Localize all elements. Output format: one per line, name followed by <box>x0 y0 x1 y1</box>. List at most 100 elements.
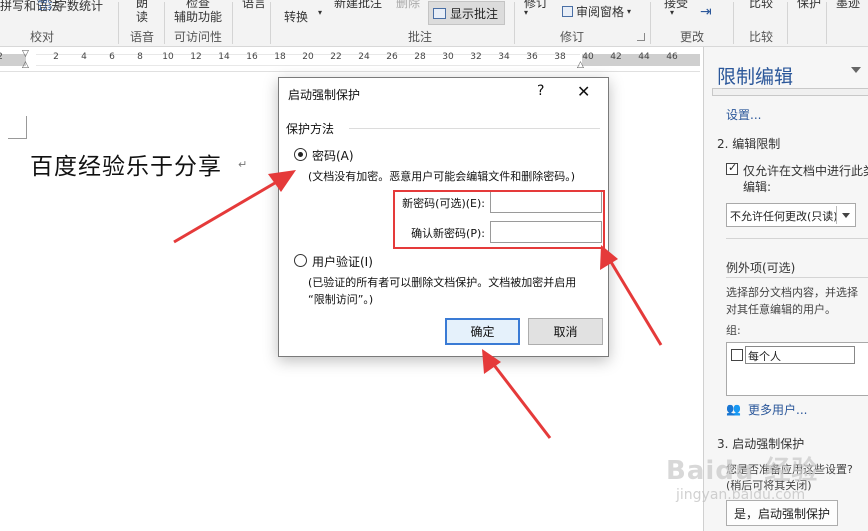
ruler-tick: 26 <box>386 52 398 62</box>
dialog-title: 启动强制保护 <box>288 88 361 102</box>
document-text[interactable]: 百度经验乐于分享 <box>30 147 222 181</box>
password-desc: (文档没有加密。恶意用户可能会编辑文件和删除密码。) <box>308 170 576 183</box>
abc-icon: ABC 123 <box>38 0 53 12</box>
paragraph-mark-icon: ↵ <box>238 158 248 171</box>
user-auth-option-label[interactable]: 用户验证(I) <box>312 253 373 270</box>
help-icon[interactable]: ? <box>537 83 544 99</box>
ruler-tick: 34 <box>498 52 510 62</box>
review-pane-label: 审阅窗格 <box>576 5 625 19</box>
ruler-tick: 32 <box>470 52 482 62</box>
groups-list[interactable]: 每个人 <box>726 342 868 396</box>
ruler-tick: 20 <box>302 52 314 62</box>
protection-method-label: 保护方法 <box>286 122 335 136</box>
exceptions-heading: 例外项(可选) <box>726 261 796 275</box>
baidu-watermark-url: jingyan.baidu.com <box>676 487 806 503</box>
highlight-box <box>393 190 605 249</box>
more-users-link[interactable]: 更多用户... <box>748 401 807 418</box>
fieldset-divider <box>349 128 600 129</box>
comment-icon <box>433 7 446 19</box>
select-divider <box>836 206 837 224</box>
group-comments: 批注 <box>408 30 433 44</box>
ruler-tick: 46 <box>666 52 678 62</box>
next-change-icon[interactable]: ⇥ <box>700 4 712 20</box>
check-accessibility-button[interactable]: 辅助功能 <box>174 8 222 25</box>
dialog-launcher-icon[interactable] <box>637 33 645 41</box>
ink-button[interactable]: 墨迹 <box>836 0 860 11</box>
ruler-tick: 36 <box>526 52 538 62</box>
ruler-tick: 18 <box>274 52 286 62</box>
divider <box>726 238 868 239</box>
users-icon: 👥 <box>726 402 741 416</box>
ribbon-separator <box>232 2 233 44</box>
chevron-down-icon: ▾ <box>627 7 632 16</box>
ribbon-separator <box>650 2 651 44</box>
ruler-tick: 44 <box>638 52 650 62</box>
close-icon[interactable]: ✕ <box>577 82 590 101</box>
exceptions-desc-2: 对其任意编辑的用户。 <box>726 303 836 316</box>
everyone-checkbox[interactable] <box>731 349 743 361</box>
ruler-tick: 28 <box>414 52 426 62</box>
language-button[interactable]: 语言 <box>242 0 266 11</box>
editing-restrictions-heading: 2. 编辑限制 <box>717 137 781 151</box>
review-pane-button[interactable]: 审阅窗格 ▾ <box>562 3 631 20</box>
read-aloud-button[interactable]: 读 <box>136 8 148 25</box>
editing-type-value: 不允许任何更改(只读) <box>730 210 838 223</box>
horizontal-ruler[interactable]: 2 2 4 6 8 10 12 14 16 18 20 22 24 26 28 … <box>0 48 700 72</box>
password-option-label[interactable]: 密码(A) <box>312 147 354 164</box>
pane-title: 限制编辑 <box>717 66 794 88</box>
group-speech: 语音 <box>130 30 155 44</box>
chevron-down-icon: ▾ <box>318 8 323 17</box>
word-count-button[interactable]: 字数统计 <box>55 0 103 14</box>
ruler-tick: 14 <box>218 52 230 62</box>
baidu-watermark-logo: Baidu 经验 <box>666 456 819 486</box>
pane-scrollbar[interactable] <box>712 88 868 96</box>
ribbon-separator <box>270 2 271 44</box>
accept-button[interactable]: 接受 <box>664 0 688 11</box>
ribbon-separator <box>514 2 515 44</box>
ruler-tick: 10 <box>162 52 174 62</box>
ribbon-separator <box>826 2 827 44</box>
compare-button[interactable]: 比较 <box>749 0 773 11</box>
allow-only-label-2: 编辑: <box>743 180 772 194</box>
cancel-button[interactable]: 取消 <box>528 318 603 345</box>
ruler-tick: 8 <box>137 52 143 62</box>
ruler-tick: 2 <box>0 52 3 62</box>
pane-icon <box>562 6 573 17</box>
ribbon-separator <box>787 2 788 44</box>
ruler-tick: 12 <box>190 52 202 62</box>
password-radio[interactable] <box>294 148 307 161</box>
group-tracking: 修订 <box>560 30 585 44</box>
ribbon-separator <box>118 2 119 44</box>
convert-button[interactable]: 转换 <box>284 8 308 25</box>
user-auth-radio[interactable] <box>294 254 307 267</box>
settings-link[interactable]: 设置... <box>726 106 761 123</box>
indent-marker-icon[interactable]: ▽ <box>22 49 29 59</box>
new-comment-button[interactable]: 新建批注 <box>334 0 382 11</box>
ruler-tick: 30 <box>442 52 454 62</box>
show-comments-button[interactable]: 显示批注 <box>428 1 505 25</box>
indent-marker-icon[interactable]: △ <box>22 60 29 70</box>
delete-comment-button[interactable]: 删除 <box>396 0 420 11</box>
allow-only-label: 仅允许在文档中进行此类 <box>743 164 868 178</box>
user-auth-desc-2: “限制访问”。) <box>308 293 374 306</box>
allow-only-checkbox[interactable] <box>726 161 738 175</box>
start-enforcement-button[interactable]: 是，启动强制保护 <box>726 500 838 526</box>
ruler-tick: 16 <box>246 52 258 62</box>
ok-button[interactable]: 确定 <box>445 318 520 345</box>
ruler-tick: 6 <box>109 52 115 62</box>
groups-label: 组: <box>726 324 741 337</box>
protect-button[interactable]: 保护 <box>797 0 821 11</box>
show-comments-label: 显示批注 <box>450 6 499 21</box>
pane-menu-chevron-icon[interactable] <box>851 67 861 73</box>
ribbon-separator <box>164 2 165 44</box>
right-indent-marker-icon[interactable]: △ <box>577 60 584 70</box>
everyone-label[interactable]: 每个人 <box>745 346 855 364</box>
margin-corner-mark <box>8 116 27 139</box>
group-changes: 更改 <box>680 30 705 44</box>
editing-type-select[interactable]: 不允许任何更改(只读) <box>726 203 856 227</box>
start-enforcing-protection-dialog: 启动强制保护 ? ✕ 保护方法 密码(A) (文档没有加密。恶意用户可能会编辑文… <box>278 77 609 357</box>
ribbon-separator <box>733 2 734 44</box>
exceptions-desc: 选择部分文档内容，并选择 <box>726 286 858 299</box>
ribbon: 拼写和语法 ABC 123 字数统计 校对 朗 读 语音 检查 辅助功能 可访问性… <box>0 0 868 47</box>
divider <box>726 277 868 278</box>
